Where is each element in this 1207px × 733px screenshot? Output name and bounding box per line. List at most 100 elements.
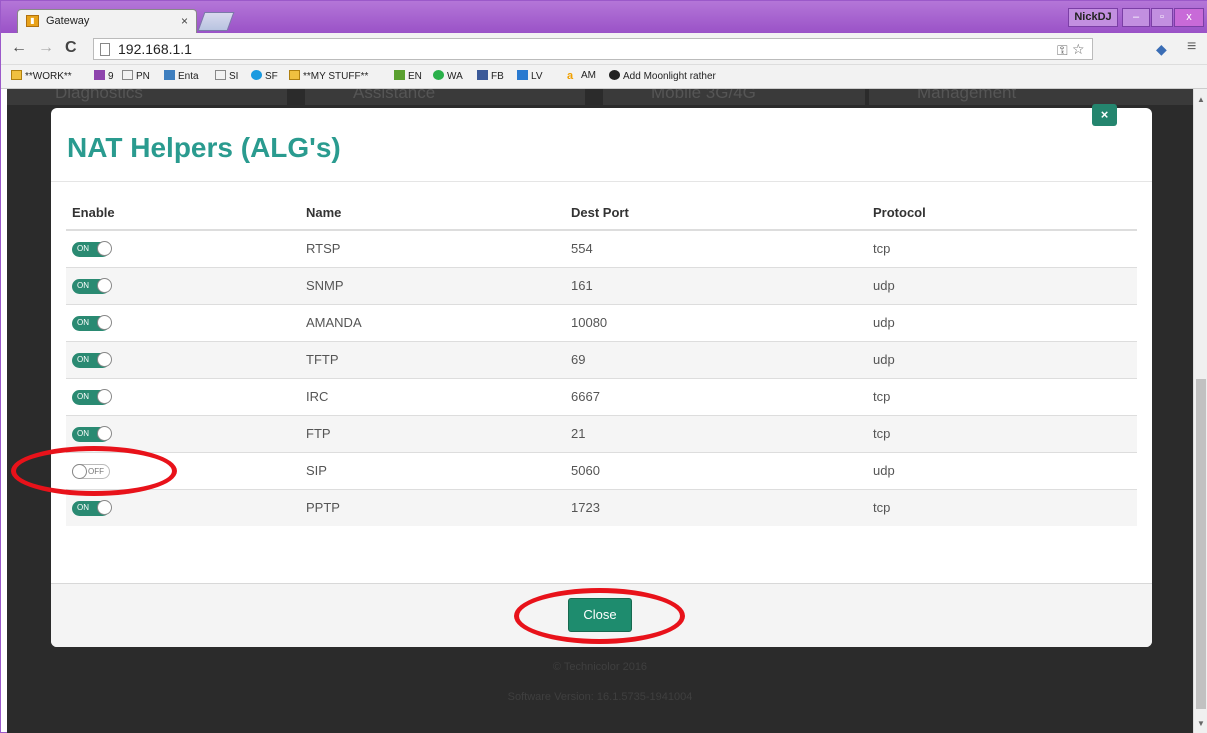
- row-name: AMANDA: [300, 303, 565, 341]
- row-name: FTP: [300, 414, 565, 452]
- enable-switch[interactable]: ON: [72, 351, 112, 368]
- row-port: 10080: [565, 303, 867, 341]
- browser-tab[interactable]: ▮ Gateway ×: [17, 9, 197, 33]
- annotation-ring-close: [514, 588, 685, 644]
- table-header-row: Enable Name Dest Port Protocol: [66, 196, 1137, 231]
- page-icon: [215, 70, 226, 80]
- folder-icon: [289, 70, 300, 80]
- bookmark-am[interactable]: a AM: [567, 70, 596, 82]
- enable-switch[interactable]: ON: [72, 277, 112, 294]
- table-row: ON FTP 21 tcp: [66, 414, 1137, 452]
- bookmark-lv[interactable]: LV: [517, 70, 543, 82]
- bookmark-si[interactable]: SI: [215, 70, 238, 82]
- row-protocol: udp: [867, 303, 1137, 341]
- table-row: ON PPTP 1723 tcp: [66, 488, 1137, 526]
- scrollbar-thumb[interactable]: [1196, 379, 1206, 709]
- enable-switch[interactable]: ON: [72, 425, 112, 442]
- bookmark-fb[interactable]: FB: [477, 70, 504, 82]
- row-port: 6667: [565, 377, 867, 415]
- bg-tile-assistance[interactable]: Assistance: [305, 89, 585, 105]
- bookmark-work[interactable]: **WORK**: [11, 70, 72, 82]
- row-port: 69: [565, 340, 867, 378]
- row-name: IRC: [300, 377, 565, 415]
- url-text: 192.168.1.1: [118, 41, 192, 57]
- software-version-text: Software Version: 16.1.5735-1941004: [507, 691, 693, 703]
- bookmark-my-stuff[interactable]: **MY STUFF**: [289, 70, 368, 82]
- table-row: ON IRC 6667 tcp: [66, 377, 1137, 415]
- row-protocol: tcp: [867, 414, 1137, 452]
- bookmark-app-icon: [94, 70, 105, 80]
- row-port: 1723: [565, 488, 867, 526]
- browser-window: ▮ Gateway × NickDJ – ▫ x ← → C 192.168.1…: [0, 0, 1207, 733]
- key-icon[interactable]: ⚿: [1057, 42, 1068, 59]
- enable-switch[interactable]: ON: [72, 240, 112, 257]
- row-name: RTSP: [300, 229, 565, 267]
- minimize-button[interactable]: –: [1122, 8, 1150, 27]
- column-header-dest-port: Dest Port: [565, 196, 867, 231]
- bookmark-en[interactable]: EN: [394, 70, 422, 82]
- table-row: ON AMANDA 10080 udp: [66, 303, 1137, 341]
- address-bar[interactable]: 192.168.1.1 ⚿ ☆: [93, 38, 1093, 60]
- profile-badge[interactable]: NickDJ: [1068, 8, 1118, 27]
- folder-icon: [11, 70, 22, 80]
- page-icon: [122, 70, 133, 80]
- menu-icon[interactable]: ≡: [1187, 38, 1196, 56]
- bookmark-app-icon: [517, 70, 528, 80]
- bookmark-sf[interactable]: SF: [251, 70, 278, 82]
- whatsapp-icon: [433, 70, 444, 80]
- enable-switch[interactable]: ON: [72, 499, 112, 516]
- scroll-up-icon[interactable]: ▲: [1197, 95, 1205, 104]
- modal-close-icon[interactable]: ×: [1092, 104, 1117, 126]
- address-toolbar: ← → C 192.168.1.1 ⚿ ☆ ◆ ≡: [1, 33, 1207, 65]
- tab-title: Gateway: [46, 15, 90, 27]
- bg-tile-diagnostics[interactable]: Diagnostics: [7, 89, 287, 105]
- row-protocol: tcp: [867, 488, 1137, 526]
- tab-close-icon[interactable]: ×: [181, 14, 188, 28]
- row-protocol: udp: [867, 340, 1137, 378]
- bookmark-wa[interactable]: WA: [433, 70, 463, 82]
- enable-switch[interactable]: ON: [72, 388, 112, 405]
- bookmark-star-icon[interactable]: ☆: [1072, 41, 1085, 58]
- back-arrow-icon[interactable]: ←: [11, 39, 27, 57]
- page-icon: [100, 43, 110, 56]
- page-scrollbar[interactable]: ▲ ▼: [1193, 89, 1207, 733]
- evernote-icon: [394, 70, 405, 80]
- row-port: 554: [565, 229, 867, 267]
- copyright-text: © Technicolor 2016: [552, 661, 648, 673]
- row-name: PPTP: [300, 488, 565, 526]
- cloud-icon: [251, 70, 262, 80]
- enable-switch[interactable]: ON: [72, 314, 112, 331]
- table-row: ON RTSP 554 tcp: [66, 229, 1137, 267]
- column-header-protocol: Protocol: [867, 196, 1137, 231]
- bg-tile-mobile[interactable]: Mobile 3G/4G: [603, 89, 865, 105]
- bookmark-app-icon: [164, 70, 175, 80]
- github-icon: [609, 70, 620, 80]
- extension-icon[interactable]: ◆: [1156, 41, 1167, 58]
- reload-icon[interactable]: C: [65, 39, 77, 57]
- scroll-down-icon[interactable]: ▼: [1197, 719, 1205, 728]
- bookmark-9[interactable]: 9: [94, 70, 114, 82]
- bookmark-enta[interactable]: Enta: [164, 70, 199, 82]
- row-protocol: udp: [867, 266, 1137, 304]
- modal-title: NAT Helpers (ALG's): [67, 132, 341, 163]
- maximize-button[interactable]: ▫: [1151, 8, 1173, 27]
- bg-tile-management[interactable]: Management: [869, 89, 1193, 105]
- facebook-icon: [477, 70, 488, 80]
- column-header-name: Name: [300, 196, 565, 231]
- row-protocol: udp: [867, 451, 1137, 489]
- row-port: 161: [565, 266, 867, 304]
- new-tab-button[interactable]: [197, 12, 235, 31]
- bookmarks-bar: **WORK** 9 PN Enta SI SF **MY STUFF** EN…: [1, 65, 1207, 89]
- forward-arrow-icon[interactable]: →: [38, 39, 54, 57]
- row-protocol: tcp: [867, 229, 1137, 267]
- gateway-favicon-icon: ▮: [26, 15, 39, 27]
- bookmark-pn[interactable]: PN: [122, 70, 150, 82]
- close-window-button[interactable]: x: [1174, 8, 1204, 27]
- row-port: 5060: [565, 451, 867, 489]
- nat-helpers-modal: NAT Helpers (ALG's) Enable Name Dest Por…: [51, 108, 1152, 647]
- annotation-ring-sip: [11, 446, 177, 496]
- bookmark-moonlight[interactable]: Add Moonlight rather: [609, 70, 716, 82]
- table-row: OFF SIP 5060 udp: [66, 451, 1137, 489]
- row-protocol: tcp: [867, 377, 1137, 415]
- column-header-enable: Enable: [66, 196, 300, 231]
